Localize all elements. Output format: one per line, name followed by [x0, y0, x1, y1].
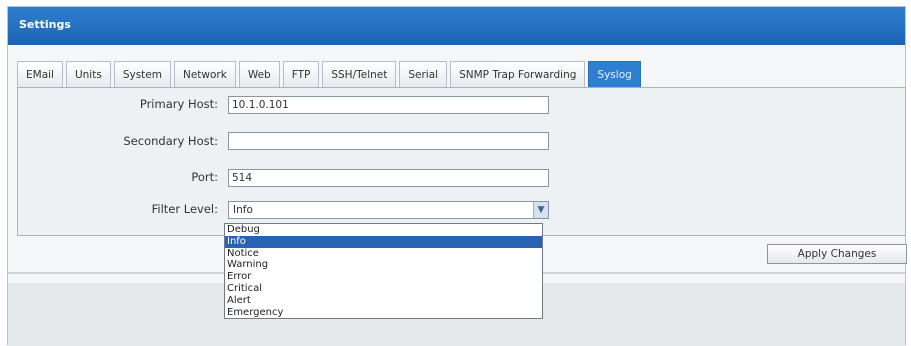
- tab-ssh-telnet[interactable]: SSH/Telnet: [322, 61, 397, 87]
- option-alert[interactable]: Alert: [225, 295, 542, 307]
- tab-snmp-trap-forwarding[interactable]: SNMP Trap Forwarding: [450, 61, 586, 87]
- chevron-down-icon[interactable]: ▼: [533, 202, 548, 218]
- option-info[interactable]: Info: [225, 235, 542, 248]
- primary-host-label: Primary Host:: [139, 97, 218, 111]
- filter-level-dropdown-list: Debug Info Notice Warning Error Critical…: [224, 223, 543, 320]
- option-critical[interactable]: Critical: [225, 283, 542, 295]
- port-label: Port:: [191, 170, 218, 184]
- syslog-panel: Primary Host: Secondary Host: Port: Filt…: [17, 87, 906, 236]
- filter-level-select[interactable]: Info ▼: [228, 201, 549, 219]
- secondary-host-label: Secondary Host:: [123, 134, 218, 148]
- tab-syslog[interactable]: Syslog: [588, 61, 641, 88]
- tab-network[interactable]: Network: [173, 61, 236, 87]
- tab-units[interactable]: Units: [65, 61, 111, 87]
- filter-level-value: Info: [233, 204, 253, 216]
- secondary-host-input[interactable]: [228, 132, 549, 150]
- settings-window: Settings EMail Units System Network Web …: [7, 6, 907, 346]
- option-emergency[interactable]: Emergency: [225, 307, 542, 319]
- option-warning[interactable]: Warning: [225, 259, 542, 271]
- window-title: Settings: [8, 7, 905, 45]
- tab-serial[interactable]: Serial: [399, 61, 448, 87]
- primary-host-input[interactable]: [228, 96, 549, 114]
- option-error[interactable]: Error: [225, 271, 542, 283]
- tab-ftp[interactable]: FTP: [282, 61, 320, 87]
- tab-system[interactable]: System: [113, 61, 171, 87]
- filter-level-label: Filter Level:: [151, 202, 218, 216]
- port-input[interactable]: [228, 169, 549, 187]
- option-debug[interactable]: Debug: [225, 224, 542, 236]
- tab-web[interactable]: Web: [238, 61, 280, 87]
- apply-changes-button[interactable]: Apply Changes: [767, 244, 907, 264]
- option-notice[interactable]: Notice: [225, 248, 542, 260]
- tab-email[interactable]: EMail: [17, 61, 63, 87]
- tab-bar: EMail Units System Network Web FTP SSH/T…: [17, 61, 644, 88]
